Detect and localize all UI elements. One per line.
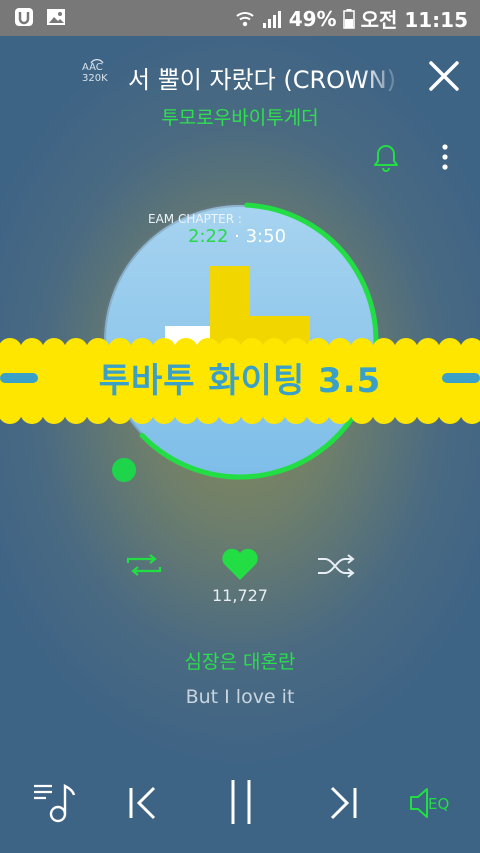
banner-text: 투바투 화이팅 3.5 <box>98 361 382 401</box>
previous-track-icon[interactable] <box>128 786 160 820</box>
status-time: 오전 11:15 <box>360 8 468 32</box>
gallery-notification-icon <box>47 9 65 25</box>
status-bar: 49% 오전 11:15 <box>0 0 480 36</box>
more-options-icon[interactable] <box>438 143 452 173</box>
progress-thumb[interactable] <box>112 458 136 482</box>
song-title: 서 뿔이 자랐다 (CROWN) <box>128 66 397 94</box>
bell-icon[interactable] <box>373 143 399 173</box>
next-track-icon[interactable] <box>326 786 358 820</box>
artist-name[interactable]: 투모로우바이투게더 <box>0 103 480 130</box>
playback-time: 2:22 · 3:50 <box>188 226 286 247</box>
audio-quality-badge: AAC 320K <box>82 62 108 84</box>
wifi-icon <box>236 11 254 26</box>
like-count: 11,727 <box>212 586 268 605</box>
lyric-current[interactable]: 심장은 대혼란 <box>0 647 480 674</box>
shuffle-icon[interactable] <box>316 554 356 578</box>
current-time: 2:22 <box>188 226 229 247</box>
battery-icon <box>342 8 355 29</box>
total-time: 3:50 <box>245 226 287 247</box>
quality-bitrate: 320K <box>82 73 108 84</box>
like-heart-icon[interactable] <box>219 548 261 582</box>
battery-percent: 49% <box>288 6 337 31</box>
quality-codec: AAC <box>82 62 103 73</box>
app-notification-icon <box>15 8 33 26</box>
time-separator: · <box>228 226 246 247</box>
eq-label[interactable]: EQ <box>428 795 449 813</box>
pause-icon[interactable] <box>228 778 254 826</box>
close-icon[interactable] <box>428 60 460 92</box>
lyric-next[interactable]: But I love it <box>0 686 480 708</box>
repeat-icon[interactable] <box>124 552 164 578</box>
album-chapter-text: EAM CHAPTER : <box>148 212 242 226</box>
signal-icon <box>262 10 281 28</box>
playlist-icon[interactable] <box>32 780 76 824</box>
